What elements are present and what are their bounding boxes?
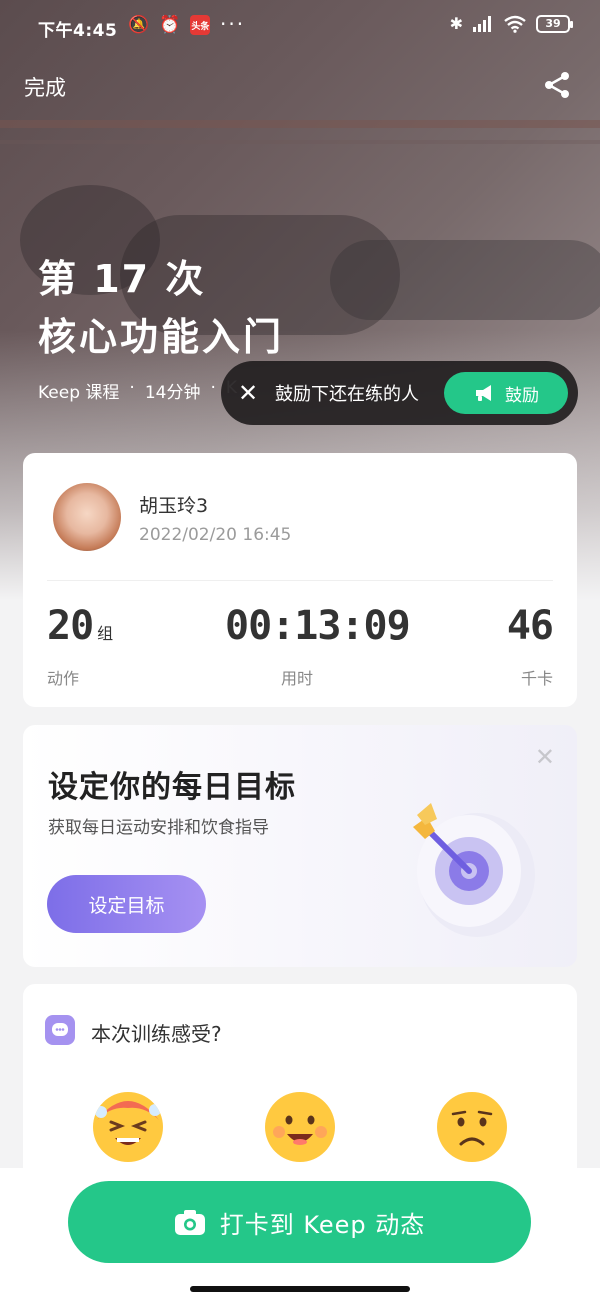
- status-bar: 下午4:45 🔕 ⏰ 头条 ··· ✱ 39: [0, 0, 600, 52]
- happy-face-icon[interactable]: [265, 1092, 335, 1162]
- stat-sets-unit: 组: [97, 624, 113, 643]
- frowning-face-icon[interactable]: [437, 1092, 507, 1162]
- mute-bell-icon: 🔕: [128, 15, 150, 35]
- encourage-button-label: 鼓励: [505, 385, 539, 406]
- encourage-message: 鼓励下还在练的人: [275, 384, 419, 405]
- home-indicator[interactable]: [190, 1286, 410, 1292]
- encourage-button[interactable]: 鼓励: [444, 372, 568, 414]
- course-meta: Keep 课程 · 14分钟 · K: [38, 378, 237, 403]
- hero-figure-legs: [330, 240, 600, 320]
- stat-duration-label: 用时: [281, 669, 314, 688]
- app-badge-icon: 头条: [190, 15, 211, 35]
- close-icon[interactable]: ✕: [221, 379, 275, 407]
- avatar[interactable]: [53, 483, 121, 551]
- chat-bubble-icon: [45, 1015, 75, 1045]
- divider: [47, 580, 553, 581]
- exhausted-face-icon[interactable]: [93, 1092, 163, 1162]
- meta-separator: ·: [210, 378, 216, 398]
- status-system-icons: ✱ 39: [449, 14, 573, 33]
- stat-calories-value: 46: [506, 603, 554, 649]
- hero-wall-stripe-2: [0, 140, 600, 144]
- meta-source: Keep 课程: [38, 383, 120, 403]
- camera-icon: [174, 1210, 205, 1235]
- status-more-dots: ···: [220, 12, 246, 36]
- status-notification-icons: 🔕 ⏰ 头条: [128, 15, 211, 35]
- workout-count-title: 第 17 次: [38, 257, 206, 301]
- checkin-button[interactable]: 打卡到 Keep 动态: [68, 1181, 531, 1263]
- stat-sets-value: 20 组: [47, 603, 113, 649]
- battery-icon: 39: [536, 14, 573, 33]
- hero-wall-stripe: [0, 120, 600, 128]
- daily-goal-card: 设定你的每日目标 获取每日运动安排和饮食指导 设定目标 ✕: [23, 725, 577, 967]
- megaphone-icon: [476, 385, 491, 401]
- done-button[interactable]: 完成: [24, 72, 66, 102]
- feeling-title: 本次训练感受?: [91, 1022, 222, 1046]
- workout-datetime: 2022/02/20 16:45: [139, 525, 292, 545]
- workout-summary-card: 胡玉玲3 2022/02/20 16:45 20 组 动作 00:13:09 用时…: [23, 453, 577, 707]
- bluetooth-icon: ✱: [449, 14, 463, 33]
- stat-sets-label: 动作: [47, 669, 80, 688]
- wifi-icon: [504, 15, 526, 33]
- user-name: 胡玉玲3: [139, 495, 209, 517]
- goal-title: 设定你的每日目标: [48, 770, 296, 805]
- close-icon[interactable]: ✕: [535, 743, 555, 771]
- alarm-icon: ⏰: [159, 15, 181, 35]
- status-time: 下午4:45: [38, 21, 118, 41]
- share-icon[interactable]: [542, 70, 572, 100]
- stat-duration-value: 00:13:09: [225, 603, 411, 649]
- goal-subtitle: 获取每日运动安排和饮食指导: [48, 818, 269, 838]
- meta-separator: ·: [129, 378, 135, 398]
- checkin-label: 打卡到 Keep 动态: [219, 1210, 426, 1239]
- stat-calories-label: 千卡: [520, 669, 553, 688]
- encourage-toast: ✕ 鼓励下还在练的人 鼓励: [221, 361, 578, 425]
- course-title: 核心功能入门: [38, 315, 285, 359]
- set-goal-button[interactable]: 设定目标: [47, 875, 206, 933]
- cellular-signal-icon: [473, 15, 491, 32]
- meta-duration: 14分钟: [144, 383, 201, 403]
- target-arrow-icon: [413, 803, 535, 937]
